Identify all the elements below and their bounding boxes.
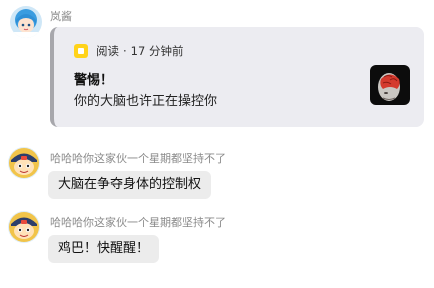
card-separator: · bbox=[123, 44, 127, 58]
message-bubble[interactable]: 鸡巴！快醒醒！ bbox=[48, 235, 160, 263]
brain-thumbnail-icon bbox=[370, 65, 410, 105]
blue-hair-girl-avatar-icon bbox=[10, 6, 42, 38]
card-description: 你的大脑也许正在操控你 bbox=[74, 94, 218, 109]
anime-character-avatar-icon bbox=[8, 211, 40, 243]
card-thumbnail bbox=[370, 65, 410, 105]
card-title: 警惕！ bbox=[74, 73, 114, 88]
message-bubble[interactable]: 大脑在争夺身体的控制权 bbox=[48, 171, 212, 199]
card-app-name: 阅读 bbox=[96, 44, 119, 58]
sender-name[interactable]: 哈哈哈你这家伙一个星期都坚持不了 bbox=[50, 214, 226, 230]
sender-name[interactable]: 岚酱 bbox=[50, 8, 72, 24]
reading-app-icon bbox=[74, 44, 88, 58]
anime-character-avatar-icon bbox=[8, 147, 40, 179]
shared-article-card[interactable]: 阅读 · 17 分钟前 警惕！ 你的大脑也许正在操控你 bbox=[50, 27, 424, 127]
sender-avatar-3[interactable] bbox=[8, 211, 40, 243]
sender-avatar-1[interactable] bbox=[10, 6, 42, 38]
sender-name[interactable]: 哈哈哈你这家伙一个星期都坚持不了 bbox=[50, 150, 226, 166]
card-time-ago: 17 分钟前 bbox=[130, 44, 184, 58]
card-header: 阅读 · 17 分钟前 bbox=[74, 43, 183, 59]
sender-avatar-2[interactable] bbox=[8, 147, 40, 179]
